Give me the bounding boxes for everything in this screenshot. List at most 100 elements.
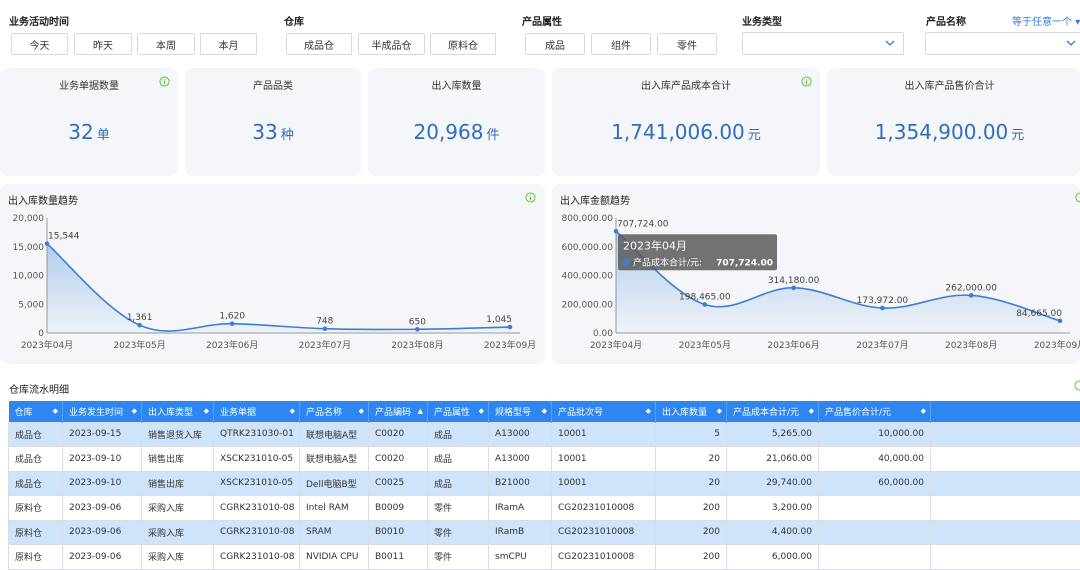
- column-header[interactable]: 规格型号 ◆: [488, 401, 552, 422]
- table-cell-filler: [930, 470, 1080, 496]
- info-icon[interactable]: [1075, 192, 1080, 203]
- sort-icon[interactable]: ◆: [479, 407, 484, 415]
- data-label: 262,000.00: [945, 283, 997, 293]
- warehouse-flow-table: 仓库 ◆ 业务发生时间 ◆ 出入库类型 ◆ 业务单据 ◆ 产品名称 ◆ 产品编码 ▲ 产品属性 ◆ 规格型号…: [8, 401, 1080, 570]
- sort-icon[interactable]: ◆: [132, 407, 137, 415]
- chip-finished-warehouse[interactable]: 成品仓: [286, 33, 352, 55]
- chip-semi-finished-warehouse[interactable]: 半成品仓: [358, 33, 425, 55]
- sort-icon[interactable]: ◆: [359, 407, 364, 415]
- table-cell: 2023-09-06: [62, 495, 142, 521]
- chip-component[interactable]: 组件: [591, 33, 651, 55]
- data-point[interactable]: [322, 326, 328, 331]
- table-cell: 销售退货入库: [141, 421, 214, 447]
- chip-raw-material-warehouse[interactable]: 原料仓: [430, 33, 496, 55]
- column-header[interactable]: 仓库 ◆: [8, 401, 63, 422]
- tooltip-title: 2023年04月: [623, 238, 687, 252]
- column-header[interactable]: 出入库类型 ◆: [141, 401, 214, 422]
- sort-icon[interactable]: ◆: [921, 407, 926, 415]
- data-point[interactable]: [880, 305, 885, 311]
- data-point[interactable]: [44, 241, 50, 246]
- table-cell: B0011: [368, 544, 428, 570]
- table-cell: 40,000.00: [818, 446, 931, 472]
- column-header[interactable]: 产品名称 ◆: [299, 401, 369, 422]
- column-header-label: 产品属性: [434, 407, 471, 418]
- sort-icon[interactable]: ◆: [717, 407, 722, 415]
- x-tick-label: 2023年08月: [945, 339, 997, 351]
- info-icon[interactable]: [801, 76, 812, 87]
- sort-icon[interactable]: ◆: [290, 407, 295, 415]
- column-header[interactable]: 产品批次号 ◆: [551, 401, 656, 422]
- table-cell-filler: [930, 495, 1080, 521]
- kpi-card-cost-total: 出入库产品成本合计 1,741,006.00 元: [552, 68, 820, 176]
- sort-icon[interactable]: ◆: [809, 407, 814, 415]
- chip-finished-product[interactable]: 成品: [525, 33, 585, 55]
- chip-part[interactable]: 零件: [657, 33, 717, 55]
- sort-icon[interactable]: ◆: [204, 407, 209, 415]
- column-header[interactable]: 业务单据 ◆: [213, 401, 300, 422]
- chip-this-week[interactable]: 本周: [137, 33, 195, 55]
- sort-icon[interactable]: ◆: [542, 407, 547, 415]
- business-type-label: 业务类型: [742, 17, 782, 28]
- data-point[interactable]: [137, 322, 142, 328]
- y-tick-label: 800,000.00: [561, 214, 613, 224]
- chip-today[interactable]: 今天: [11, 33, 68, 55]
- table-cell: 5: [655, 421, 727, 447]
- table-cell: CG20231010008: [551, 544, 656, 570]
- table-cell: 3,200.00: [726, 495, 819, 521]
- kpi-title: 产品品类: [253, 81, 293, 92]
- table-cell: 成品仓: [8, 470, 63, 496]
- data-point[interactable]: [702, 302, 708, 307]
- table-cell: XSCK231010-05: [213, 446, 300, 472]
- table-row[interactable]: 原料仓 2023-09-06 采购入库 CGRK231010-08 Intel RAM B…: [8, 495, 1080, 521]
- sort-icon[interactable]: ▲: [418, 407, 423, 415]
- column-header[interactable]: 产品编码 ▲: [368, 401, 428, 422]
- kpi-card-doc-count: 业务单据数量 32 单: [0, 68, 178, 176]
- table-row[interactable]: 原料仓 2023-09-06 采购入库 CGRK231010-08 SRAM B0010 零…: [8, 519, 1080, 545]
- legend-dot-icon: [622, 258, 630, 266]
- column-header-label: 产品名称: [306, 407, 343, 418]
- column-header[interactable]: 产品成本合计/元 ◆: [726, 401, 819, 422]
- x-tick-label: 2023年07月: [856, 339, 908, 351]
- product-name-select[interactable]: [925, 32, 1080, 55]
- column-header[interactable]: 产品属性 ◆: [427, 401, 489, 422]
- table-cell: 10,000.00: [818, 421, 931, 447]
- table-row[interactable]: 原料仓 2023-09-06 采购入库 CGRK231010-08 NVIDIA CPU…: [8, 544, 1080, 570]
- info-icon[interactable]: [525, 192, 536, 203]
- table-row[interactable]: 成品仓 2023-09-15 销售退货入库 QTRK231030-01 联想电脑A型 C0…: [8, 421, 1080, 447]
- data-point[interactable]: [613, 228, 619, 234]
- column-header[interactable]: 出入库数量 ◆: [655, 401, 727, 422]
- column-header-label: 仓库: [14, 407, 33, 418]
- data-point[interactable]: [1057, 318, 1063, 324]
- data-point[interactable]: [791, 285, 796, 291]
- table-cell: CG20231010008: [551, 519, 656, 545]
- column-header[interactable]: 产品售价合计/元 ◆: [818, 401, 931, 422]
- kpi-card-price-total: 出入库产品售价合计 1,354,900.00 元: [827, 68, 1080, 176]
- qty-trend-chart: 0 5,000 10,000 15,000 20,00015,544 2023年04月 1,…: [13, 214, 537, 351]
- data-point[interactable]: [507, 324, 513, 330]
- table-cell: 采购入库: [141, 519, 214, 545]
- table-row[interactable]: 成品仓 2023-09-10 销售出库 XSCK231010-05 Dell电脑B型 C0…: [8, 470, 1080, 496]
- x-tick-label: 2023年09月: [484, 339, 536, 351]
- chip-this-month[interactable]: 本月: [200, 33, 257, 55]
- info-icon[interactable]: [1074, 380, 1080, 391]
- column-header[interactable]: 业务发生时间 ◆: [62, 401, 142, 422]
- column-header-label: 业务发生时间: [69, 407, 124, 418]
- table-cell: 2023-09-15: [62, 421, 142, 447]
- x-tick-label: 2023年06月: [767, 339, 819, 351]
- table-row[interactable]: 成品仓 2023-09-10 销售出库 XSCK231010-05 联想电脑A型 C002…: [8, 446, 1080, 472]
- data-point[interactable]: [229, 321, 235, 326]
- table-cell-filler: [930, 544, 1080, 570]
- series-area: [47, 243, 510, 333]
- table-cell: smCPU: [488, 544, 552, 570]
- table-cell: NVIDIA CPU: [299, 544, 369, 570]
- match-mode-dropdown[interactable]: 等于任意一个 ▾: [1012, 13, 1080, 28]
- y-tick-label: 0: [38, 329, 44, 339]
- info-icon[interactable]: [159, 76, 170, 87]
- sort-icon[interactable]: ◆: [53, 407, 58, 415]
- business-type-select[interactable]: [742, 32, 904, 55]
- data-point[interactable]: [415, 326, 420, 332]
- data-point[interactable]: [968, 293, 974, 298]
- sort-icon[interactable]: ◆: [646, 407, 651, 415]
- x-tick-label: 2023年09月: [1034, 339, 1080, 351]
- chip-yesterday[interactable]: 昨天: [74, 33, 132, 55]
